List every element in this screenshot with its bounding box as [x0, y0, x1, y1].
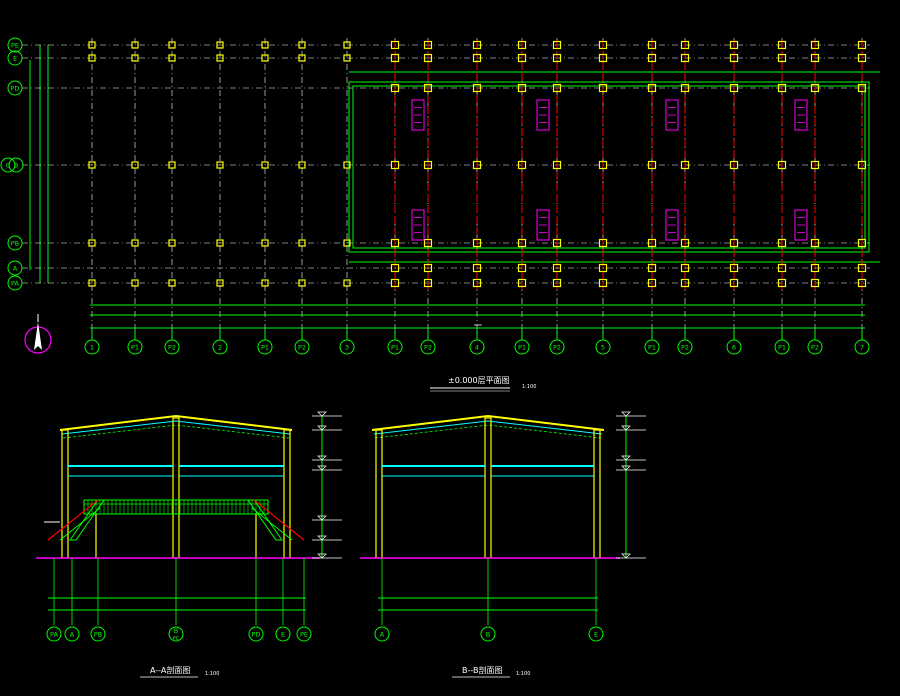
- axis-bubble-label: 2: [218, 344, 222, 352]
- axis-bubble-label: P2: [298, 344, 306, 352]
- axis-bubble-label: E: [13, 55, 17, 63]
- axis-bubble-label: P2: [424, 344, 432, 352]
- axis-bubble-label: 5: [601, 344, 605, 352]
- axis-bubble-label: B: [174, 627, 178, 635]
- axis-bubble-label: P1: [131, 344, 139, 352]
- axis-bubble-label: P1: [778, 344, 786, 352]
- axis-bubble-label: A: [13, 265, 18, 273]
- axis-bubble-label: P1: [518, 344, 526, 352]
- axis-bubble-label: PA: [11, 280, 20, 288]
- section-a-title: A--A剖面图: [150, 665, 190, 675]
- axis-bubble-label: 7: [860, 344, 864, 352]
- axis-bubble-label: P1: [391, 344, 399, 352]
- axis-bubble-label: PB: [11, 240, 19, 248]
- plan-title: ±0.000层平面图: [448, 376, 510, 385]
- axis-bubble-label: 4: [475, 344, 479, 352]
- overall-dimension-text: 6000: [474, 323, 482, 327]
- axis-bubble-label: P2: [681, 344, 689, 352]
- cad-drawing: 6000 PEEPDC BPBAPA 1 P1 P2 2 P1 P2 3 P1 P2 4 P1 P2 5 P…: [0, 0, 900, 696]
- axis-bubble-label: P2: [811, 344, 819, 352]
- axis-bubble-label: P1: [261, 344, 269, 352]
- axis-bubble-label: P2: [168, 344, 176, 352]
- axis-bubble-label: P1: [648, 344, 656, 352]
- axis-bubble-label: E: [281, 631, 285, 639]
- axis-bubble-label: B: [486, 631, 490, 639]
- axis-bubble-label: PA: [50, 631, 59, 639]
- axis-bubble-label: PD: [252, 631, 261, 639]
- axis-bubble-label: E: [594, 631, 598, 639]
- axis-bubble-label: PE: [11, 42, 19, 50]
- axis-bubble-label: 6: [732, 344, 736, 352]
- plan-scale: 1:100: [522, 384, 536, 390]
- axis-bubble-label: PE: [300, 631, 308, 639]
- section-b-title: B--B剖面图: [462, 665, 502, 675]
- axis-bubble-label: 1: [90, 344, 94, 352]
- axis-bubble-label: PB: [94, 631, 102, 639]
- section-b-scale: 1:100: [516, 671, 530, 677]
- axis-bubble-label: A: [70, 631, 75, 639]
- axis-bubble-label: B: [14, 162, 18, 170]
- axis-bubble-sublabel: PC: [173, 636, 180, 642]
- axis-bubble-label: PD: [11, 85, 20, 93]
- axis-bubble-label: P2: [553, 344, 561, 352]
- section-a-scale: 1:100: [205, 671, 219, 677]
- axis-bubble-label: 3: [345, 344, 349, 352]
- axis-bubble-label: A: [380, 631, 385, 639]
